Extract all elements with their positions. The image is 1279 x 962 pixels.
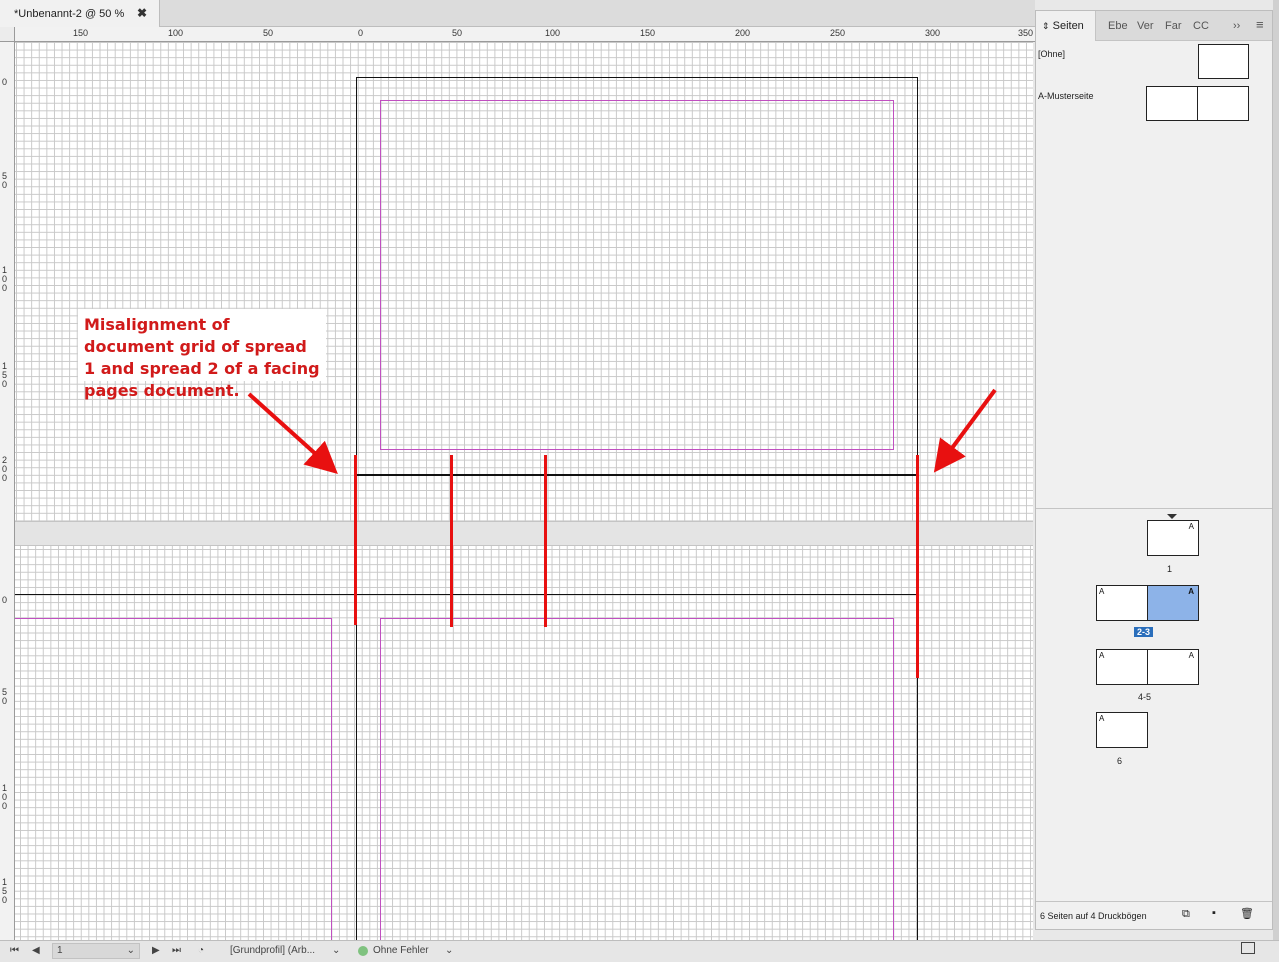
horizontal-ruler[interactable]: 150 100 50 0 50 100 150 200 250 300 350 — [15, 27, 1035, 42]
tab-verknuepfungen[interactable]: Ver — [1137, 20, 1154, 32]
master-letter: A — [1099, 714, 1105, 723]
document-canvas[interactable]: Misalignment of document grid of spread … — [15, 42, 1033, 940]
ruler-label: 1 5 0 — [2, 877, 8, 905]
chevron-down-icon[interactable]: ⌄ — [332, 945, 340, 956]
page-3-thumbnail[interactable]: A — [1147, 585, 1199, 621]
ruler-label: 2 0 0 — [2, 455, 8, 483]
previous-page-icon[interactable]: ◀ — [32, 945, 40, 956]
ruler-label: 250 — [830, 28, 846, 38]
master-letter: A — [1099, 587, 1105, 596]
panel-dock-edge — [1273, 0, 1279, 940]
preflight-profile[interactable]: [Grundprofil] (Arb... — [230, 945, 315, 956]
master-letter: A — [1188, 587, 1194, 596]
page-number-field[interactable]: 1 ⌄ — [52, 943, 140, 959]
page-number-value: 1 — [57, 945, 63, 956]
tab-seiten[interactable]: ⇕ Seiten — [1036, 11, 1096, 41]
indesign-window: *Unbenannt-2 @ 50 % ✖ 150 100 50 0 50 10… — [0, 0, 1279, 962]
preflight-status[interactable]: Ohne Fehler — [373, 945, 429, 956]
edit-page-size-icon[interactable]: ⧉ — [1182, 908, 1190, 921]
ruler-label: 0 — [2, 595, 8, 605]
next-page-icon[interactable]: ▶ — [152, 945, 160, 956]
spread-number: 4-5 — [1138, 692, 1152, 702]
ruler-label: 100 — [168, 28, 184, 38]
close-icon[interactable]: ✖ — [137, 6, 147, 20]
ruler-label: 300 — [925, 28, 941, 38]
chevron-down-icon: ⌄ — [126, 945, 135, 956]
page-4-thumbnail[interactable]: A — [1096, 649, 1148, 685]
panel-menu-icon[interactable]: ≡ — [1256, 17, 1264, 32]
page-5-thumbnail[interactable]: A — [1147, 649, 1199, 685]
ruler-label: 1 0 0 — [2, 265, 8, 293]
pages-panel-footer: 6 Seiten auf 4 Druckbögen ⧉ ▪ 🗑 — [1036, 901, 1272, 929]
vertical-ruler[interactable]: 0 5 0 1 0 0 1 5 0 2 0 0 0 5 0 1 0 0 1 5 … — [0, 42, 15, 940]
more-tabs-icon[interactable]: ›› — [1233, 20, 1240, 32]
pages-panel: ⇕ Seiten Ebe Ver Far CC ›› ≡ [Ohne] A-Mu… — [1035, 10, 1273, 930]
ruler-origin-corner[interactable] — [0, 27, 15, 42]
ruler-label: 0 — [2, 77, 8, 87]
status-bar: ⏮ ◀ 1 ⌄ ▶ ⏭ ◔ [Grundprofil] (Arb... ⌄ Oh… — [0, 940, 1279, 962]
arrow-left — [247, 392, 338, 475]
master-letter: A — [1099, 651, 1105, 660]
document-tab-title: *Unbenannt-2 @ 50 % — [14, 8, 125, 20]
annotation-callout: Misalignment of document grid of spread … — [78, 309, 326, 400]
current-page-marker-icon — [1167, 514, 1177, 519]
ruler-label: 5 0 — [2, 687, 8, 706]
ruler-label: 5 0 — [2, 171, 8, 190]
document-tab-bar: *Unbenannt-2 @ 50 % ✖ — [0, 0, 1035, 27]
page-count-text: 6 Seiten auf 4 Druckbögen — [1040, 911, 1147, 921]
master-a-right-thumbnail[interactable] — [1197, 86, 1249, 121]
ruler-label: 0 — [358, 28, 364, 38]
panel-layout-icon[interactable] — [1241, 942, 1255, 954]
ruler-label: 200 — [735, 28, 751, 38]
open-document-icon[interactable]: ◔ — [198, 945, 204, 956]
tab-cc-libraries[interactable]: CC — [1193, 20, 1209, 32]
new-page-icon[interactable]: ▪ — [1212, 907, 1216, 919]
page-1-thumbnail[interactable]: A — [1147, 520, 1199, 556]
ruler-label: 350 — [1018, 28, 1034, 38]
ruler-label: 1 5 0 — [2, 361, 8, 389]
ruler-label: 100 — [545, 28, 561, 38]
ruler-label: 50 — [452, 28, 463, 38]
tab-seiten-label: Seiten — [1052, 20, 1084, 32]
first-page-icon[interactable]: ⏮ — [10, 945, 19, 956]
collapse-arrows-icon: ⇕ — [1042, 21, 1050, 31]
last-page-icon[interactable]: ⏭ — [172, 945, 181, 956]
spread-number-selected: 2-3 — [1134, 627, 1154, 637]
tab-farbfelder[interactable]: Far — [1165, 20, 1182, 32]
masters-section: [Ohne] A-Musterseite — [1036, 41, 1272, 509]
trash-icon[interactable]: 🗑 — [1240, 907, 1254, 920]
master-none-thumbnail[interactable] — [1198, 44, 1249, 79]
ruler-label: 1 0 0 — [2, 783, 8, 811]
ruler-label: 150 — [73, 28, 89, 38]
spread-number: 6 — [1117, 756, 1123, 766]
spread-number: 1 — [1167, 564, 1173, 574]
tab-ebenen[interactable]: Ebe — [1108, 20, 1128, 32]
master-letter: A — [1188, 651, 1194, 660]
annotation-arrows — [247, 388, 997, 475]
master-letter: A — [1188, 522, 1194, 531]
chevron-down-icon[interactable]: ⌄ — [445, 945, 453, 956]
arrow-right — [933, 388, 997, 473]
ruler-label: 150 — [640, 28, 656, 38]
panel-tab-bar: ⇕ Seiten Ebe Ver Far CC ›› ≡ — [1036, 11, 1272, 41]
master-a-left-thumbnail[interactable] — [1146, 86, 1198, 121]
page-2-thumbnail[interactable]: A — [1096, 585, 1148, 621]
page-6-thumbnail[interactable]: A — [1096, 712, 1148, 748]
preflight-status-icon — [358, 946, 368, 956]
document-tab[interactable]: *Unbenannt-2 @ 50 % ✖ — [0, 0, 160, 27]
master-a-label: A-Musterseite — [1038, 91, 1094, 101]
master-none-label: [Ohne] — [1038, 49, 1066, 59]
ruler-label: 50 — [263, 28, 274, 38]
